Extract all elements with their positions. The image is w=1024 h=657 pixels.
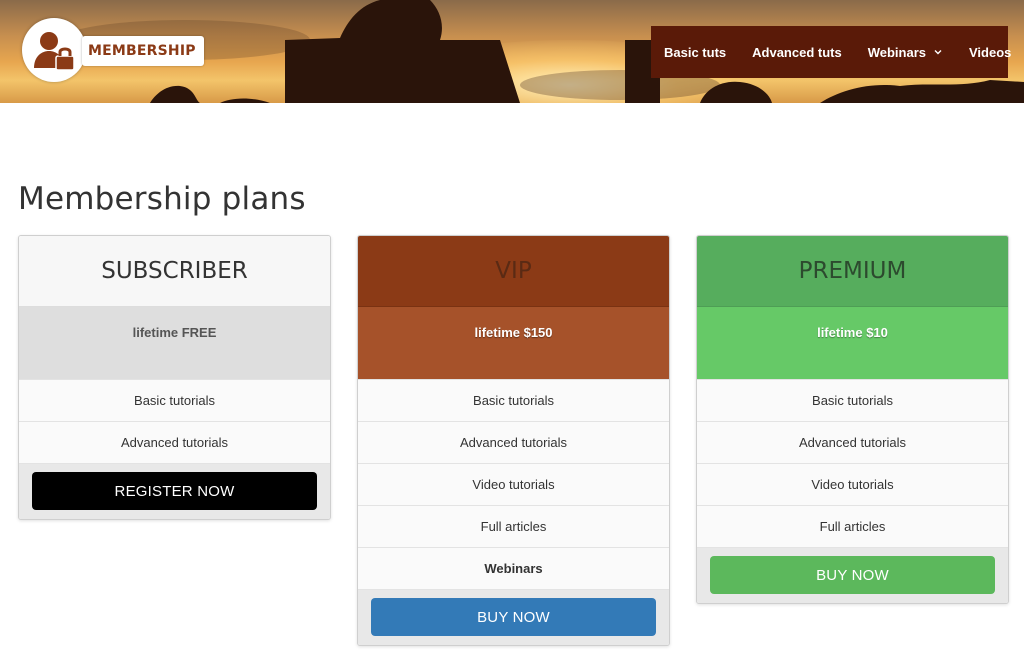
plan-feature: Advanced tutorials <box>697 421 1008 463</box>
plan-name: PREMIUM <box>697 236 1008 307</box>
plan-footer: BUY NOW <box>358 589 669 645</box>
main-nav: Basic tuts Advanced tuts Webinars Videos <box>651 26 1011 78</box>
plan-price: lifetime $150 <box>358 307 669 379</box>
plan-feature: Basic tutorials <box>697 379 1008 421</box>
plan-footer: REGISTER NOW <box>19 463 330 519</box>
chevron-down-icon <box>934 50 942 55</box>
plan-footer: BUY NOW <box>697 547 1008 603</box>
nav-item-advanced-tuts[interactable]: Advanced tuts <box>739 26 855 78</box>
plan-feature: Full articles <box>697 505 1008 547</box>
nav-item-label: Advanced tuts <box>752 44 842 60</box>
plan-feature: Video tutorials <box>358 463 669 505</box>
buy-now-button-vip[interactable]: BUY NOW <box>371 598 656 636</box>
logo-badge[interactable] <box>22 18 86 82</box>
user-lock-icon <box>34 32 75 71</box>
plan-name: VIP <box>358 236 669 307</box>
register-now-button[interactable]: REGISTER NOW <box>32 472 317 510</box>
plan-price: lifetime $10 <box>697 307 1008 379</box>
plan-feature: Basic tutorials <box>358 379 669 421</box>
nav-item-videos[interactable]: Videos <box>956 26 1024 78</box>
plan-feature: Basic tutorials <box>19 379 330 421</box>
plan-feature: Advanced tutorials <box>19 421 330 463</box>
plan-name: SUBSCRIBER <box>19 236 330 307</box>
site-header: MEMBERSHIP Basic tuts Advanced tuts Webi… <box>0 0 1024 103</box>
nav-item-basic-tuts[interactable]: Basic tuts <box>651 26 739 78</box>
nav-item-label: Basic tuts <box>664 44 727 60</box>
plan-card-premium: PREMIUM lifetime $10 Basic tutorials Adv… <box>696 235 1009 604</box>
nav-item-label: Videos <box>969 44 1012 60</box>
logo-wordmark[interactable]: MEMBERSHIP <box>82 36 204 66</box>
plan-card-subscriber: SUBSCRIBER lifetime FREE Basic tutorials… <box>18 235 331 520</box>
plan-feature: Advanced tutorials <box>358 421 669 463</box>
plan-feature: Webinars <box>358 547 669 589</box>
logo-text: MEMBERSHIP <box>88 43 196 59</box>
nav-item-label: Webinars <box>867 44 926 60</box>
nav-item-webinars[interactable]: Webinars <box>855 26 956 78</box>
plan-feature: Video tutorials <box>697 463 1008 505</box>
plan-feature: Full articles <box>358 505 669 547</box>
buy-now-button-premium[interactable]: BUY NOW <box>710 556 995 594</box>
plan-card-vip: VIP lifetime $150 Basic tutorials Advanc… <box>357 235 670 646</box>
page-title: Membership plans <box>18 181 306 217</box>
plan-price: lifetime FREE <box>19 307 330 379</box>
